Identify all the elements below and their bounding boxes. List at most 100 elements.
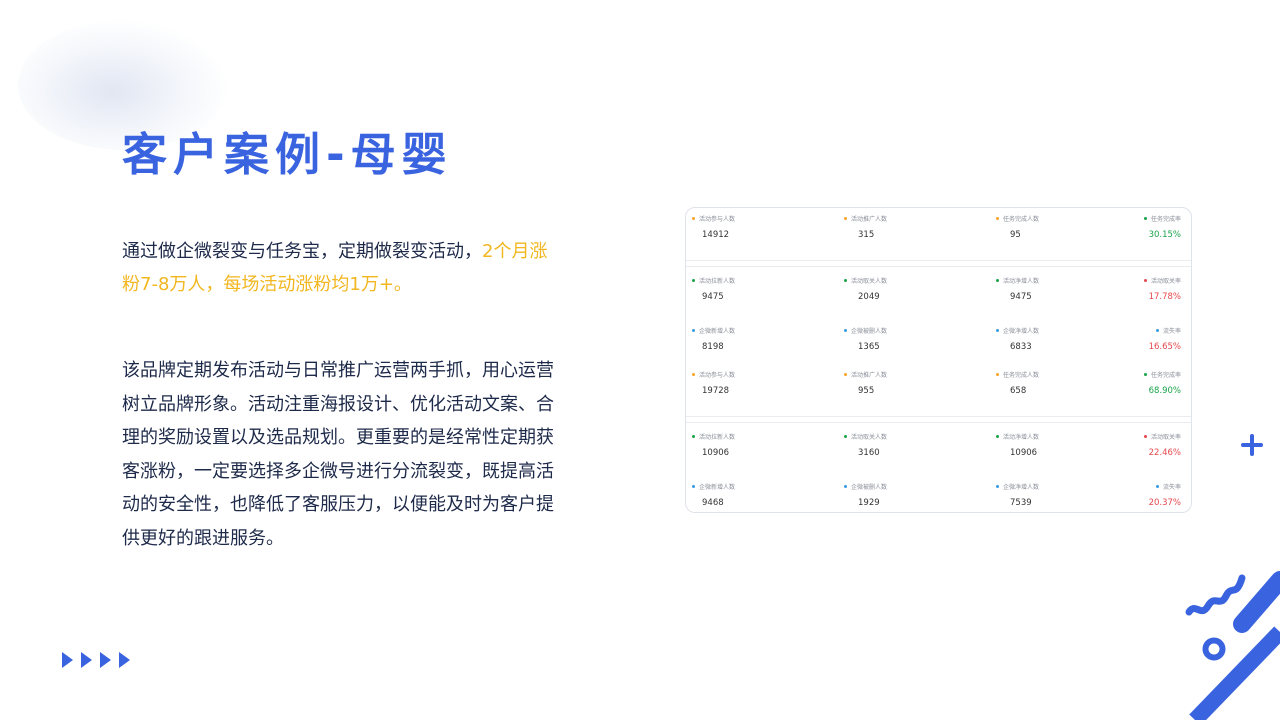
stat-value: 14912 bbox=[702, 230, 730, 240]
section-divider bbox=[686, 266, 1191, 267]
stat-item: 活动推广人数 315 bbox=[844, 214, 962, 240]
arrow-decoration bbox=[62, 652, 130, 668]
stats-row: 企微新增人数 8198 企微被删人数 1365 企微净增人数 6833 流失率 16.65% bbox=[686, 326, 1191, 356]
stat-label: 企微净增人数 bbox=[1003, 484, 1040, 491]
stats-row: 活动拉新人数 10906 活动取关人数 3160 活动净增人数 10906 活动取关率 22.… bbox=[686, 432, 1191, 462]
stat-label: 任务完成率 bbox=[1150, 216, 1181, 223]
stats-card: 活动参与人数 14912 活动推广人数 315 任务完成人数 95 任务完成率 30.15% 活… bbox=[685, 207, 1192, 513]
stat-value: 9468 bbox=[702, 498, 724, 508]
stat-item: 流失率 20.37% bbox=[1063, 482, 1181, 508]
stat-label: 活动拉新人数 bbox=[699, 434, 736, 441]
stat-label-group: 活动取关率 bbox=[1063, 276, 1181, 285]
stat-value: 955 bbox=[858, 386, 875, 396]
ring-icon bbox=[1202, 637, 1226, 661]
stat-label: 任务完成人数 bbox=[1003, 372, 1040, 379]
section-divider bbox=[686, 422, 1191, 423]
status-dot-icon bbox=[996, 279, 999, 282]
stats-row: 活动拉新人数 9475 活动取关人数 2049 活动净增人数 9475 活动取关率 17.78… bbox=[686, 276, 1191, 306]
stat-label-group: 流失率 bbox=[1063, 326, 1181, 335]
stat-label: 企微新增人数 bbox=[699, 484, 736, 491]
status-dot-icon bbox=[844, 373, 847, 376]
status-dot-icon bbox=[1143, 435, 1147, 438]
status-dot-icon bbox=[1143, 279, 1147, 282]
stat-label: 活动参与人数 bbox=[699, 372, 736, 379]
stat-label-group: 流失率 bbox=[1063, 482, 1181, 491]
section-divider bbox=[686, 260, 1191, 261]
stat-value: 22.46% bbox=[1148, 448, 1181, 458]
stat-label: 任务完成人数 bbox=[1003, 216, 1040, 223]
stat-label: 任务完成率 bbox=[1150, 372, 1181, 379]
stat-label-group: 活动取关率 bbox=[1063, 432, 1181, 441]
status-dot-icon bbox=[844, 279, 847, 282]
stat-label: 流失率 bbox=[1162, 328, 1181, 335]
stat-value: 2049 bbox=[858, 292, 880, 302]
stat-label: 活动参与人数 bbox=[699, 216, 736, 223]
stats-row: 活动参与人数 19728 活动推广人数 955 任务完成人数 658 任务完成率 68.90% bbox=[686, 370, 1191, 400]
status-dot-icon bbox=[692, 329, 695, 332]
arrow-right-icon bbox=[119, 652, 130, 668]
status-dot-icon bbox=[1155, 485, 1159, 488]
status-dot-icon bbox=[996, 435, 999, 438]
stat-item: 任务完成率 30.15% bbox=[1063, 214, 1181, 240]
stat-item: 活动参与人数 14912 bbox=[692, 214, 810, 240]
arrow-right-icon bbox=[62, 652, 73, 668]
stat-label-group: 活动推广人数 bbox=[844, 370, 962, 379]
status-dot-icon bbox=[1155, 329, 1159, 332]
stat-label: 活动取关人数 bbox=[851, 434, 888, 441]
status-dot-icon bbox=[1143, 217, 1147, 220]
intro-paragraph: 通过做企微裂变与任务宝，定期做裂变活动，2个月涨粉7-8万人，每场活动涨粉均1万… bbox=[122, 235, 562, 301]
stat-label-group: 企微新增人数 bbox=[692, 482, 810, 491]
stat-value: 8198 bbox=[702, 342, 724, 352]
stat-item: 活动拉新人数 9475 bbox=[692, 276, 810, 302]
stat-item: 活动取关率 22.46% bbox=[1063, 432, 1181, 458]
section-divider bbox=[686, 416, 1191, 417]
stat-label-group: 活动取关人数 bbox=[844, 432, 962, 441]
stat-value: 19728 bbox=[702, 386, 730, 396]
status-dot-icon bbox=[692, 279, 695, 282]
stat-item: 活动取关人数 2049 bbox=[844, 276, 962, 302]
stat-label: 活动取关率 bbox=[1150, 278, 1181, 285]
status-dot-icon bbox=[692, 217, 695, 220]
stat-value: 9475 bbox=[702, 292, 724, 302]
arrow-right-icon bbox=[81, 652, 92, 668]
stat-label: 企微被删人数 bbox=[851, 484, 888, 491]
stat-item: 活动推广人数 955 bbox=[844, 370, 962, 396]
stat-item: 活动参与人数 19728 bbox=[692, 370, 810, 396]
stat-label-group: 活动参与人数 bbox=[692, 370, 810, 379]
status-dot-icon bbox=[844, 217, 847, 220]
stat-value: 1365 bbox=[858, 342, 880, 352]
stat-item: 企微被删人数 1365 bbox=[844, 326, 962, 352]
status-dot-icon bbox=[844, 329, 847, 332]
stats-row: 企微新增人数 9468 企微被删人数 1929 企微净增人数 7539 流失率 20.37% bbox=[686, 482, 1191, 512]
stat-label: 活动推广人数 bbox=[851, 372, 888, 379]
stat-value: 3160 bbox=[858, 448, 880, 458]
page-title: 客户案例-母婴 bbox=[122, 128, 453, 181]
stat-item: 活动取关人数 3160 bbox=[844, 432, 962, 458]
stat-label: 企微被删人数 bbox=[851, 328, 888, 335]
status-dot-icon bbox=[1143, 373, 1147, 376]
stat-value: 17.78% bbox=[1148, 292, 1181, 302]
stripe-short bbox=[1233, 571, 1280, 633]
status-dot-icon bbox=[692, 435, 695, 438]
status-dot-icon bbox=[996, 373, 999, 376]
arrow-right-icon bbox=[100, 652, 111, 668]
stat-label-group: 任务完成率 bbox=[1063, 214, 1181, 223]
stat-item: 企微新增人数 9468 bbox=[692, 482, 810, 508]
stat-label: 活动拉新人数 bbox=[699, 278, 736, 285]
stat-value: 10906 bbox=[702, 448, 730, 458]
stats-row: 活动参与人数 14912 活动推广人数 315 任务完成人数 95 任务完成率 30.15% bbox=[686, 214, 1191, 244]
stat-value: 315 bbox=[858, 230, 875, 240]
stat-item: 企微被删人数 1929 bbox=[844, 482, 962, 508]
stat-label: 流失率 bbox=[1162, 484, 1181, 491]
stat-label: 活动取关率 bbox=[1150, 434, 1181, 441]
stat-label-group: 活动参与人数 bbox=[692, 214, 810, 223]
stat-value: 68.90% bbox=[1148, 386, 1181, 396]
status-dot-icon bbox=[844, 485, 847, 488]
stat-item: 活动取关率 17.78% bbox=[1063, 276, 1181, 302]
stat-label-group: 活动推广人数 bbox=[844, 214, 962, 223]
stat-label: 活动净增人数 bbox=[1003, 434, 1040, 441]
stat-label-group: 活动拉新人数 bbox=[692, 276, 810, 285]
case-description: 该品牌定期发布活动与日常推广运营两手抓，用心运营树立品牌形象。活动注重海报设计、… bbox=[122, 360, 554, 549]
status-dot-icon bbox=[996, 329, 999, 332]
status-dot-icon bbox=[844, 435, 847, 438]
